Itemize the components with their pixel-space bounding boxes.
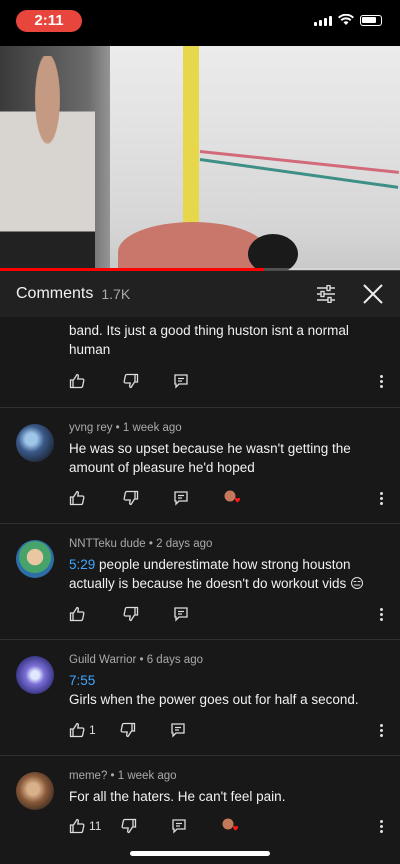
thumb-up-icon	[69, 722, 85, 738]
thumb-up-icon	[69, 818, 85, 834]
comment-item: meme? • 1 week ago For all the haters. H…	[0, 756, 400, 864]
thumb-down-icon	[120, 722, 135, 738]
comment-text: 7:55 Girls when the power goes out for ha…	[69, 671, 379, 709]
thumb-up-icon	[69, 373, 85, 389]
dislike-button[interactable]	[123, 490, 139, 506]
comment-text: 5:29 people underestimate how strong hou…	[69, 555, 379, 593]
dislike-button[interactable]	[120, 722, 136, 738]
creator-heart-icon	[223, 490, 241, 506]
like-button[interactable]: 1	[69, 722, 96, 738]
reply-icon	[174, 491, 188, 506]
reply-button[interactable]	[173, 490, 189, 506]
comment-text: For all the haters. He can't feel pain.	[69, 789, 286, 804]
comment-text: He was so upset because he wasn't gettin…	[69, 441, 351, 475]
thumb-down-icon	[121, 818, 137, 834]
comments-list[interactable]: band. Its just a good thing huston isnt …	[0, 317, 400, 864]
like-button[interactable]	[69, 606, 89, 622]
comment-actions	[69, 606, 223, 622]
more-vert-icon[interactable]	[380, 724, 384, 739]
close-icon[interactable]	[362, 283, 384, 305]
comment-text-body: Girls when the power goes out for half a…	[69, 692, 359, 707]
comment-author-meta[interactable]: NNTTeku dude • 2 days ago	[69, 538, 212, 550]
more-vert-icon[interactable]	[380, 608, 384, 623]
comment-item: yvng rey • 1 week ago He was so upset be…	[0, 408, 400, 524]
avatar[interactable]	[16, 772, 54, 810]
status-time: 2:11	[16, 10, 82, 32]
like-count: 1	[89, 723, 96, 737]
reply-icon	[172, 819, 187, 834]
comment-actions	[69, 490, 241, 506]
dislike-button[interactable]	[123, 373, 139, 389]
thumb-down-icon	[123, 606, 139, 622]
comments-count: 1.7K	[101, 286, 131, 302]
like-button[interactable]: 11	[69, 818, 101, 834]
wifi-icon	[338, 14, 354, 25]
thumb-up-icon	[69, 606, 85, 622]
comments-header: Comments 1.7K	[0, 271, 400, 317]
comment-item: NNTTeku dude • 2 days ago 5:29 people un…	[0, 524, 400, 640]
comment-author-meta[interactable]: yvng rey • 1 week ago	[69, 422, 182, 434]
comment-timestamp-link[interactable]: 7:55	[69, 673, 95, 688]
status-bar: 2:11	[0, 0, 400, 46]
thumb-down-icon	[123, 373, 139, 389]
dislike-button[interactable]	[123, 606, 139, 622]
creator-heart-icon	[221, 818, 239, 834]
video-player[interactable]	[0, 46, 400, 270]
reply-button[interactable]	[173, 373, 189, 389]
avatar[interactable]	[16, 656, 54, 694]
status-icons	[314, 14, 382, 26]
reply-icon	[174, 374, 188, 389]
comment-actions	[69, 373, 223, 389]
comment-author-meta[interactable]: meme? • 1 week ago	[69, 770, 177, 782]
reply-icon	[171, 723, 185, 738]
more-vert-icon[interactable]	[380, 820, 384, 835]
comment-text-body: people underestimate how strong houston …	[69, 557, 365, 591]
filter-icon[interactable]	[316, 285, 336, 303]
like-count: 11	[89, 819, 102, 833]
thumb-up-icon	[69, 490, 85, 506]
comment-text: band. Its just a good thing huston isnt …	[69, 323, 349, 357]
comment-item: Guild Warrior • 6 days ago 7:55 Girls whe…	[0, 640, 400, 756]
home-indicator[interactable]	[130, 851, 270, 856]
reply-button[interactable]	[173, 606, 189, 622]
more-vert-icon[interactable]	[380, 375, 384, 390]
like-button[interactable]	[69, 490, 89, 506]
comment-item: band. Its just a good thing huston isnt …	[0, 317, 400, 408]
like-button[interactable]	[69, 373, 89, 389]
comment-actions: 1	[69, 722, 220, 738]
thumb-down-icon	[123, 490, 139, 506]
dislike-button[interactable]	[121, 818, 137, 834]
video-person	[0, 56, 95, 270]
signal-icon	[314, 16, 332, 26]
reply-icon	[174, 607, 188, 622]
avatar[interactable]	[16, 540, 54, 578]
avatar[interactable]	[16, 424, 54, 462]
comment-actions: 11	[69, 818, 239, 834]
reply-button[interactable]	[171, 818, 187, 834]
battery-icon	[360, 15, 382, 26]
reply-button[interactable]	[170, 722, 186, 738]
comments-title: Comments	[16, 285, 94, 302]
comment-author-meta[interactable]: Guild Warrior • 6 days ago	[69, 654, 203, 666]
comment-timestamp-link[interactable]: 5:29	[69, 557, 95, 572]
more-vert-icon[interactable]	[380, 492, 384, 507]
